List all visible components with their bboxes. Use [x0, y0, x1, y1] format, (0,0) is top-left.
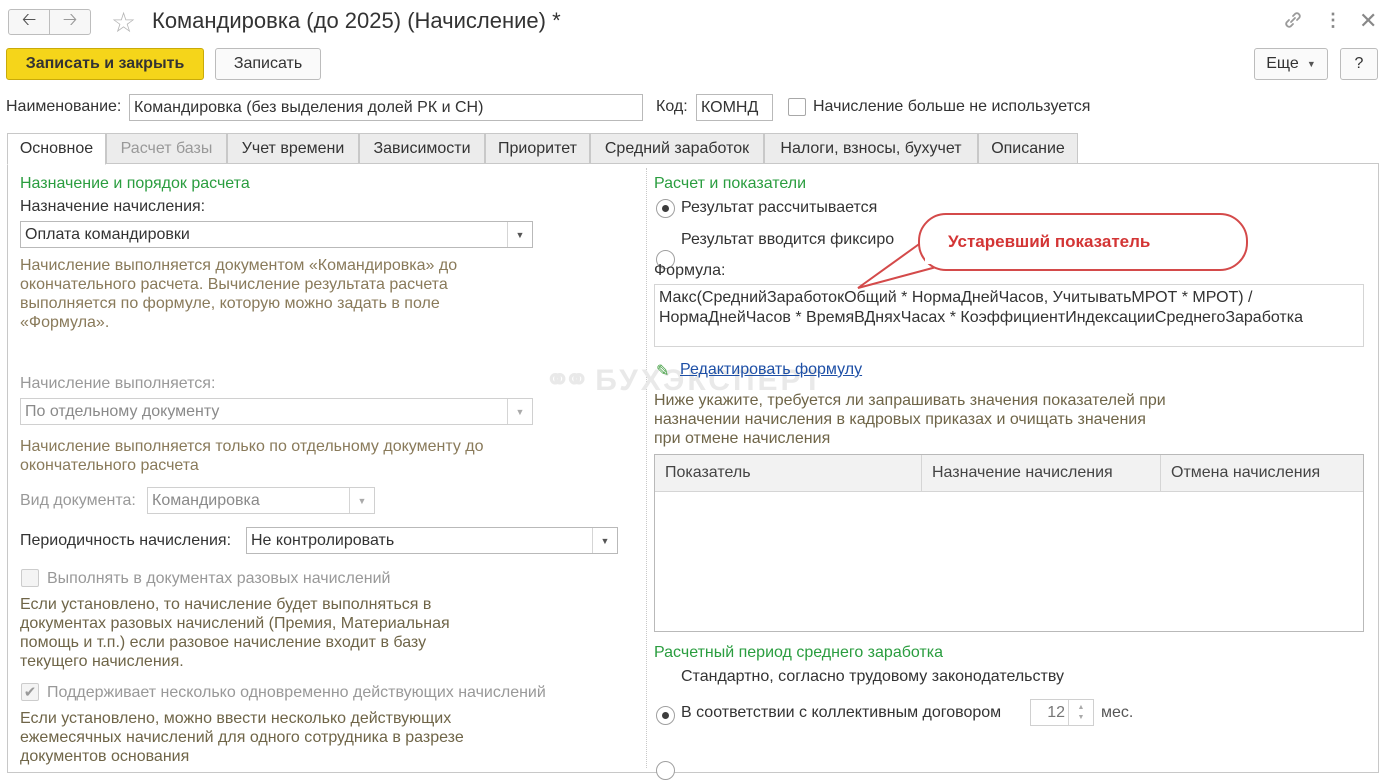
callout-text: Устаревший показатель	[948, 232, 1151, 251]
purpose-label: Назначение начисления:	[20, 198, 206, 215]
window-title: Командировка (до 2025) (Начисление) *	[152, 8, 561, 33]
name-label: Наименование:	[6, 98, 122, 115]
save-and-close-button[interactable]: Записать и закрыть	[6, 48, 204, 80]
unused-checkbox[interactable]	[788, 98, 806, 116]
close-icon[interactable]: ✕	[1359, 8, 1377, 34]
tab-base-calc[interactable]: Расчет базы	[106, 133, 227, 164]
doc-type-value: Командировка	[152, 491, 260, 509]
stepper-arrows-icon[interactable]: ▲ ▼	[1068, 700, 1093, 725]
more-vertical-icon[interactable]: ⋮	[1324, 10, 1342, 31]
col-cancel[interactable]: Отмена начисления	[1161, 455, 1365, 491]
doc-type-label: Вид документа:	[20, 492, 136, 509]
checkmark-icon: ✔	[23, 684, 37, 701]
avg-section-title: Расчетный период среднего заработка	[654, 644, 943, 661]
link-icon[interactable]	[1282, 9, 1304, 36]
multi-checkbox: ✔	[21, 683, 39, 701]
unused-label: Начисление больше не используется	[813, 98, 1091, 115]
tab-description[interactable]: Описание	[978, 133, 1078, 164]
back-button[interactable]: 🡠	[8, 9, 50, 35]
tab-priority[interactable]: Приоритет	[485, 133, 590, 164]
months-value: 12	[1047, 703, 1065, 721]
formula-label: Формула:	[654, 262, 726, 279]
periodicity-select[interactable]: Не контролировать ▼	[246, 527, 618, 554]
tab-taxes[interactable]: Налоги, взносы, бухучет	[764, 133, 978, 164]
name-input[interactable]: Командировка (без выделения долей РК и С…	[129, 94, 643, 121]
table-header: Показатель Назначение начисления Отмена …	[655, 455, 1363, 492]
favorite-star-icon[interactable]: ☆	[111, 6, 136, 39]
more-button[interactable]: Еще ▼	[1254, 48, 1328, 80]
col-assignment[interactable]: Назначение начисления	[922, 455, 1160, 491]
arrow-left-icon: 🡠	[21, 9, 37, 29]
forward-button[interactable]: 🡢	[49, 9, 91, 35]
chevron-down-icon: ▼	[1306, 59, 1316, 69]
edit-formula-link[interactable]: Редактировать формулу	[680, 361, 862, 379]
save-button[interactable]: Записать	[215, 48, 321, 80]
performed-value: По отдельному документу	[25, 402, 220, 420]
radio-standard-label: Стандартно, согласно трудовому законодат…	[681, 668, 1064, 685]
calc-section-title: Расчет и показатели	[654, 175, 807, 192]
tab-average-earnings[interactable]: Средний заработок	[590, 133, 764, 164]
radio-calculated[interactable]	[656, 199, 675, 218]
multi-label: Поддерживает несколько одновременно дейс…	[47, 684, 546, 701]
radio-standard[interactable]	[656, 706, 675, 725]
tab-time-accounting[interactable]: Учет времени	[227, 133, 359, 164]
radio-collective[interactable]	[656, 761, 675, 780]
column-divider	[646, 168, 647, 768]
months-stepper[interactable]: 12 ▲ ▼	[1030, 699, 1094, 726]
formula-textarea[interactable]: Макс(СреднийЗаработокОбщий * НормаДнейЧа…	[654, 284, 1364, 347]
purpose-select[interactable]: Оплата командировки ▼	[20, 221, 533, 248]
more-button-label: Еще	[1266, 55, 1299, 72]
chevron-down-icon[interactable]: ▼	[592, 528, 617, 553]
pencil-icon: ✎	[656, 363, 670, 380]
purpose-value: Оплата командировки	[25, 225, 190, 243]
chevron-down-icon[interactable]: ▼	[507, 222, 532, 247]
periodicity-label: Периодичность начисления:	[20, 532, 232, 549]
col-indicator[interactable]: Показатель	[655, 455, 922, 491]
watermark-logo-icon: ⚭⚭	[545, 364, 589, 397]
tab-dependencies[interactable]: Зависимости	[359, 133, 485, 164]
performed-label: Начисление выполняется:	[20, 375, 216, 392]
multi-hint: Если установлено, можно ввести несколько…	[20, 710, 464, 765]
purpose-section-title: Назначение и порядок расчета	[20, 175, 250, 192]
chevron-down-icon: ▼	[507, 399, 532, 424]
radio-collective-label: В соответствии с коллективным договором	[681, 704, 1002, 721]
radio-calculated-label: Результат рассчитывается	[681, 199, 878, 216]
months-unit: мес.	[1101, 704, 1134, 721]
onetime-label: Выполнять в документах разовых начислени…	[47, 570, 391, 587]
chevron-down-icon: ▼	[349, 488, 374, 513]
indicators-table[interactable]: Показатель Назначение начисления Отмена …	[654, 454, 1364, 632]
onetime-hint: Если установлено, то начисление будет вы…	[20, 596, 450, 670]
help-button[interactable]: ?	[1340, 48, 1378, 80]
performed-select: По отдельному документу ▼	[20, 398, 533, 425]
arrow-right-icon: 🡢	[62, 9, 78, 29]
performed-hint: Начисление выполняется только по отдельн…	[20, 438, 484, 474]
indicators-hint: Ниже укажите, требуется ли запрашивать з…	[654, 392, 1166, 447]
periodicity-value: Не контролировать	[251, 531, 395, 549]
purpose-hint: Начисление выполняется документом «Коман…	[20, 257, 458, 331]
onetime-checkbox	[21, 569, 39, 587]
tab-main[interactable]: Основное	[7, 133, 106, 165]
code-label: Код:	[656, 98, 688, 115]
doc-type-select: Командировка ▼	[147, 487, 375, 514]
code-input[interactable]: КОМНД	[696, 94, 773, 121]
